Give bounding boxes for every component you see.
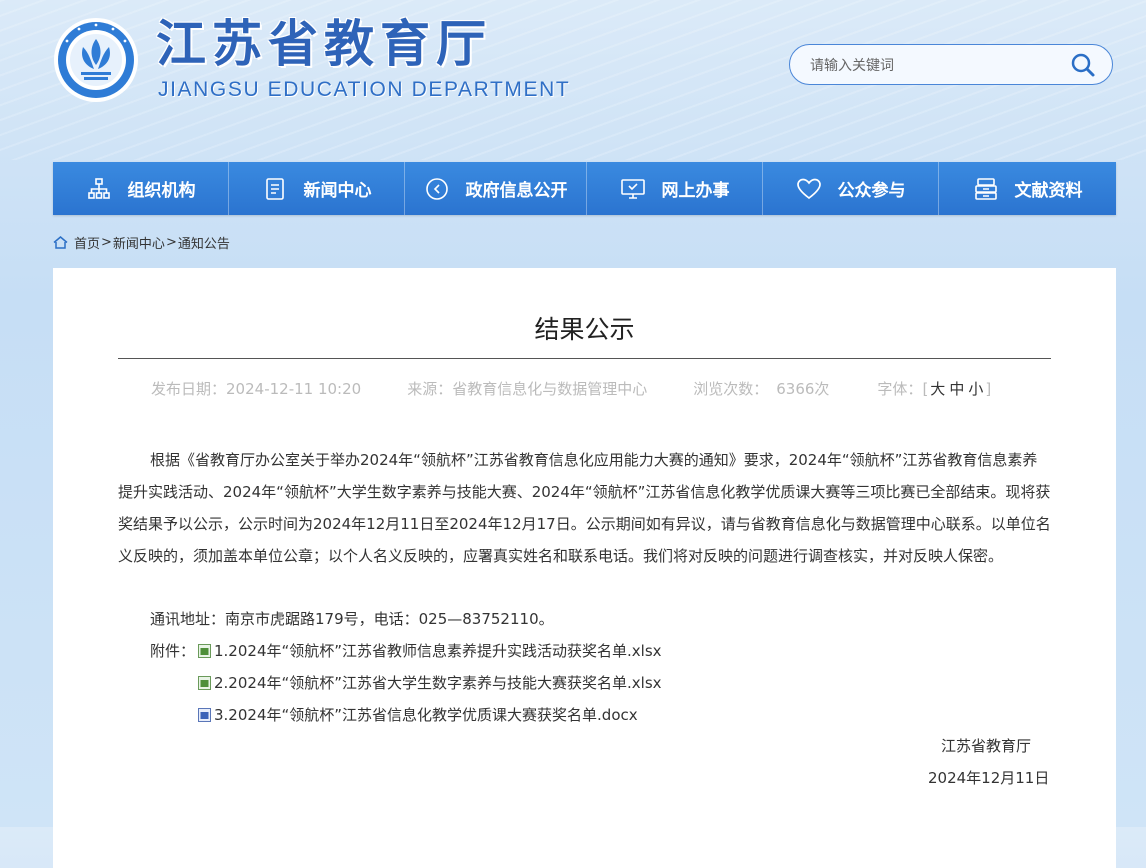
signature-org: 江苏省教育厅 [941,737,1032,755]
breadcrumb-notices[interactable]: 通知公告 [178,233,230,252]
article-body: 根据《省教育厅办公室关于举办2024年“领航杯”江苏省教育信息化应用能力大赛的通… [118,444,1051,572]
excel-file-icon [198,676,211,690]
article-meta: 发布日期： 2024-12-11 10:20 来源： 省教育信息化与数据管理中心… [151,378,992,399]
nav-item-label: 组织机构 [127,181,196,201]
nav-item-label: 新闻中心 [303,181,372,201]
article-paragraph: 根据《省教育厅办公室关于举办2024年“领航杯”江苏省教育信息化应用能力大赛的通… [118,451,1051,565]
article-panel: 结果公示 发布日期： 2024-12-11 10:20 来源： 省教育信息化与数… [53,268,1116,868]
nav-item-label: 公众参与 [837,181,906,201]
font-size-medium[interactable]: 中 [949,378,964,399]
font-size-large[interactable]: 大 [930,378,945,399]
breadcrumb-separator: > [101,235,112,250]
excel-file-icon [198,644,211,658]
search-icon[interactable] [1070,52,1096,78]
attachments-label: 附件： [150,642,196,660]
nav-item-public-participation[interactable]: 公众参与 [763,162,939,215]
nav-item-gov-info[interactable]: 政府信息公开 [405,162,587,215]
breadcrumb-news[interactable]: 新闻中心 [113,233,165,252]
document-icon [262,176,288,202]
nav-item-label: 政府信息公开 [465,181,568,201]
view-count: 6366次 [776,380,830,398]
word-file-icon [198,708,211,722]
site-subtitle: JIANGSU EDUCATION DEPARTMENT [158,78,571,101]
breadcrumb-separator: > [165,235,177,250]
title-divider [118,358,1051,359]
attachment-name: 2.2024年“领航杯”江苏省大学生数字素养与技能大赛获奖名单.xlsx [214,674,662,692]
breadcrumb-home[interactable]: 首页 [74,233,100,252]
attachment-link[interactable]: 3.2024年“领航杯”江苏省信息化教学优质课大赛获奖名单.docx [198,699,638,731]
article-title: 结果公示 [534,315,635,344]
archive-icon [973,176,999,202]
nav-item-organization[interactable]: 组织机构 [53,162,229,215]
views-label: 浏览次数： [693,380,769,398]
search-input[interactable] [808,53,1052,79]
nav-item-label: 文献资料 [1014,181,1083,201]
source-label: 来源： [407,380,453,398]
nav-item-news[interactable]: 新闻中心 [229,162,405,215]
nav-item-label: 网上办事 [661,181,730,201]
date-label: 发布日期： [151,380,227,398]
source: 省教育信息化与数据管理中心 [452,380,648,398]
publish-date: 2024-12-11 10:20 [226,379,362,398]
attachment-link[interactable]: 2.2024年“领航杯”江苏省大学生数字素养与技能大赛获奖名单.xlsx [198,667,662,699]
arrow-circle-icon [424,176,450,202]
emblem-icon[interactable] [53,17,139,103]
search-box [789,44,1113,85]
font-size-label: 字体： [877,380,923,398]
font-size-small[interactable]: 小 [968,378,983,399]
org-chart-icon [86,176,112,202]
attachment-link[interactable]: 1.2024年“领航杯”江苏省教师信息素养提升实践活动获奖名单.xlsx [198,635,662,667]
nav-item-documents[interactable]: 文献资料 [939,162,1116,215]
main-nav: 组织机构 新闻中心 政府信息公开 网上办事 公众参与 文献资料 [53,162,1116,215]
home-icon [53,236,68,249]
attachment-name: 3.2024年“领航杯”江苏省信息化教学优质课大赛获奖名单.docx [214,706,638,724]
breadcrumb: 首页 > 新闻中心 > 通知公告 [53,233,230,252]
monitor-icon [620,176,646,202]
contact-address: 通讯地址：南京市虎踞路179号，电话：025—83752110。 [150,610,554,628]
attachment-name: 1.2024年“领航杯”江苏省教师信息素养提升实践活动获奖名单.xlsx [214,642,662,660]
signature-date: 2024年12月11日 [928,769,1050,787]
nav-item-online-services[interactable]: 网上办事 [587,162,763,215]
site-title: 江苏省教育厅 [156,15,492,73]
heart-icon [796,176,822,202]
